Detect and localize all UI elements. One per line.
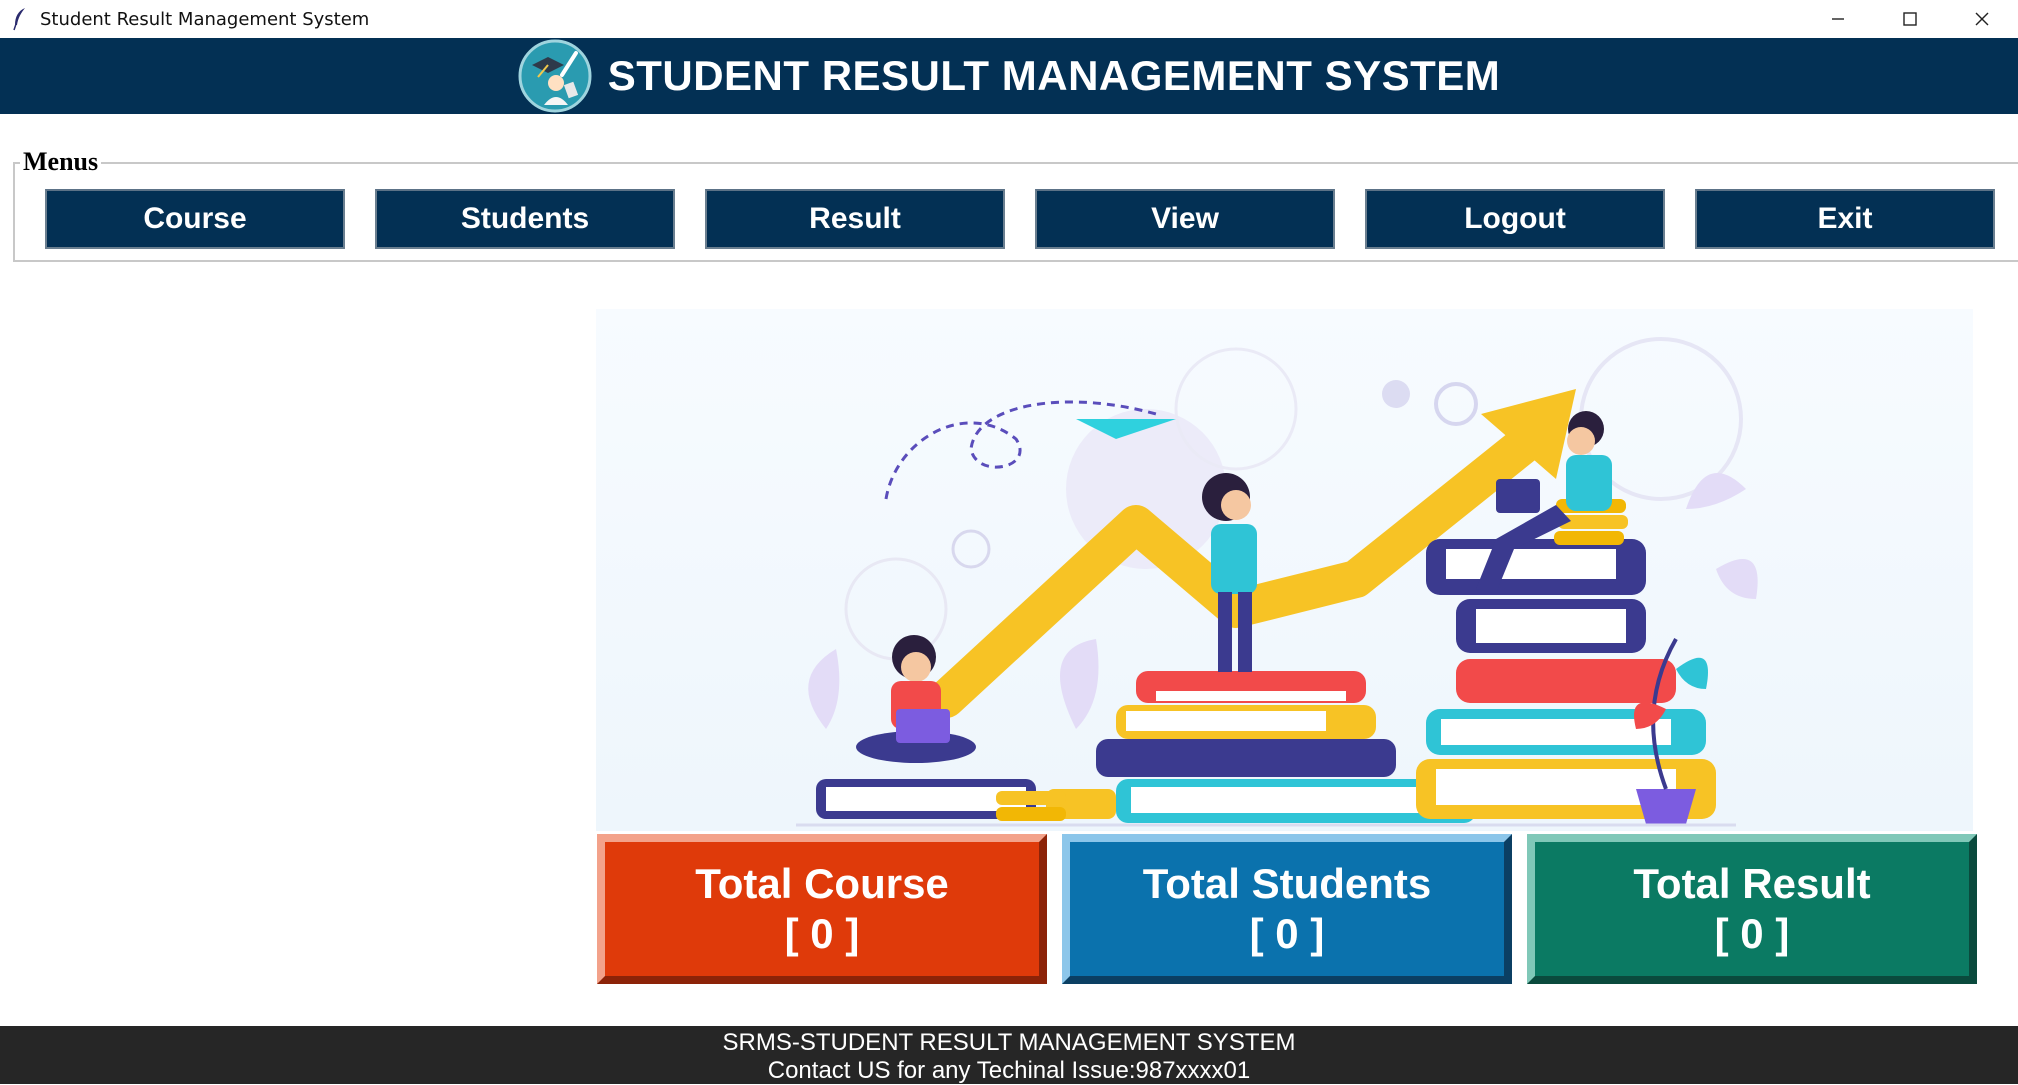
total-students-card: Total Students [ 0 ] (1062, 834, 1512, 984)
window-titlebar: Student Result Management System (0, 0, 2018, 38)
minimize-icon (1832, 18, 1844, 20)
hero-illustration (596, 309, 1973, 831)
logout-button[interactable]: Logout (1365, 189, 1665, 249)
students-button[interactable]: Students (375, 189, 675, 249)
total-course-label: Total Course (695, 860, 949, 907)
graduate-logo-icon (518, 39, 592, 113)
window-controls (1802, 0, 2018, 38)
footer: SRMS-STUDENT RESULT MANAGEMENT SYSTEM Co… (0, 1026, 2018, 1084)
close-icon (1975, 12, 1989, 26)
result-button[interactable]: Result (705, 189, 1005, 249)
course-button[interactable]: Course (45, 189, 345, 249)
menus-legend: Menus (20, 147, 102, 177)
maximize-button[interactable] (1874, 0, 1946, 38)
total-result-value: [ 0 ] (1714, 910, 1790, 957)
footer-line-1: SRMS-STUDENT RESULT MANAGEMENT SYSTEM (722, 1029, 1296, 1056)
total-students-value: [ 0 ] (1249, 910, 1325, 957)
maximize-icon (1903, 12, 1917, 26)
total-course-value: [ 0 ] (784, 910, 860, 957)
view-button[interactable]: View (1035, 189, 1335, 249)
total-course-card: Total Course [ 0 ] (597, 834, 1047, 984)
app-heading: STUDENT RESULT MANAGEMENT SYSTEM (607, 52, 1501, 99)
exit-button[interactable]: Exit (1695, 189, 1995, 249)
footer-contact: Contact US for any Techinal Issue:987xxx… (767, 1057, 1251, 1084)
total-result-card: Total Result [ 0 ] (1527, 834, 1977, 984)
total-students-label: Total Students (1142, 860, 1432, 907)
feather-icon (10, 7, 30, 31)
window-title: Student Result Management System (40, 8, 370, 30)
minimize-button[interactable] (1802, 0, 1874, 38)
total-result-label: Total Result (1633, 860, 1871, 907)
close-button[interactable] (1946, 0, 2018, 38)
app-header: STUDENT RESULT MANAGEMENT SYSTEM (0, 38, 2018, 114)
